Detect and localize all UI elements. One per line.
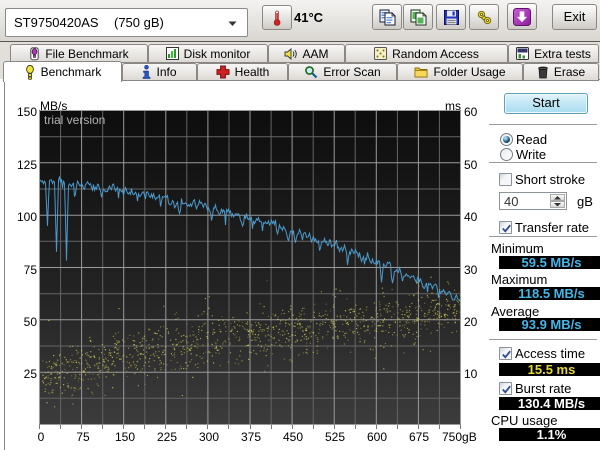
svg-text:trial version: trial version <box>44 113 105 127</box>
